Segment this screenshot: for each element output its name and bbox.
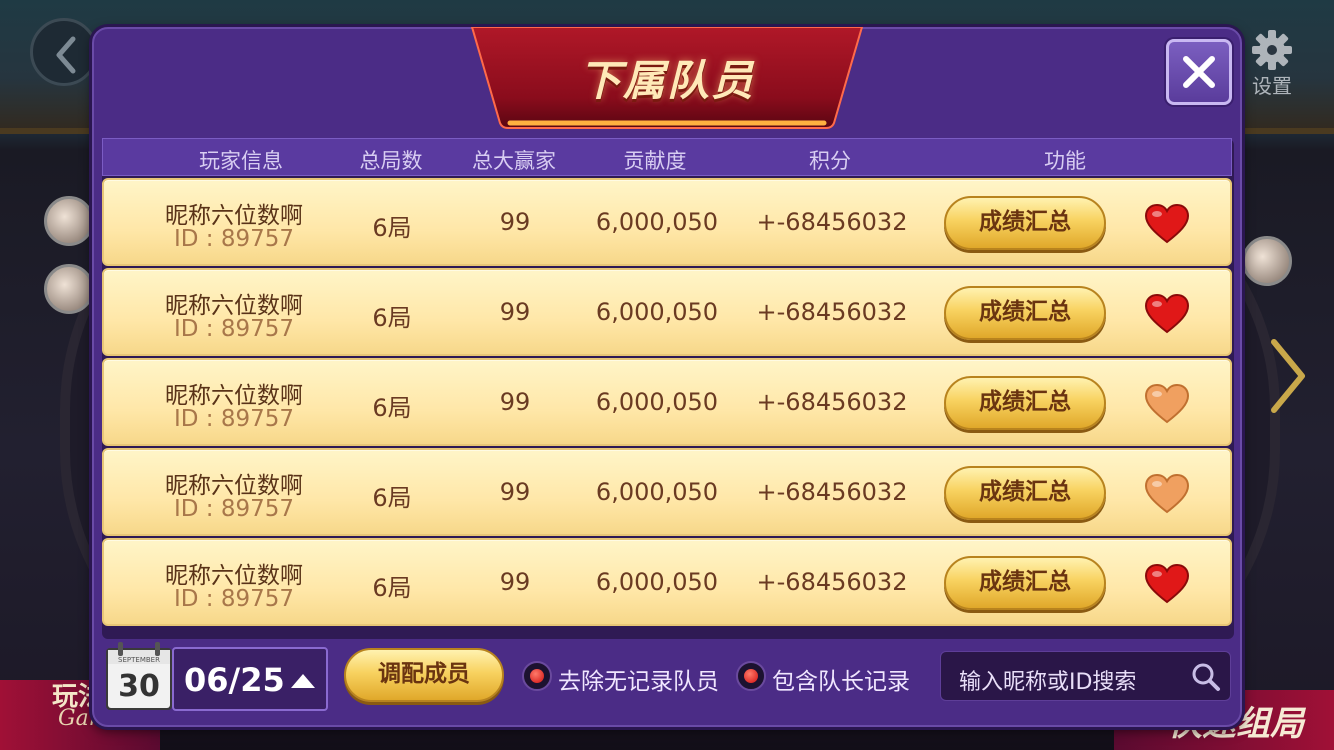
total-games: 6局 xyxy=(372,214,412,242)
results-summary-button[interactable]: 成绩汇总 xyxy=(944,286,1106,340)
calendar-day: 30 xyxy=(118,669,160,704)
big-wins: 99 xyxy=(499,298,531,326)
heart-icon[interactable] xyxy=(1144,564,1190,604)
search-field[interactable]: 输入昵称或ID搜索 xyxy=(940,651,1231,701)
date-value: 06/25 xyxy=(184,661,285,699)
table-row: 昵称六位数啊 ID : 89757 6局 99 6,000,050 +-68456032 成… xyxy=(102,538,1232,626)
settings-label: 设置 xyxy=(1252,74,1292,98)
remove-no-record-radio[interactable] xyxy=(522,661,552,691)
heart-icon[interactable] xyxy=(1144,294,1190,334)
total-games: 6局 xyxy=(372,574,412,602)
table-row: 昵称六位数啊 ID : 89757 6局 99 6,000,050 +-68456032 成… xyxy=(102,448,1232,536)
player-name: 昵称六位数啊 xyxy=(165,563,303,589)
results-summary-button[interactable]: 成绩汇总 xyxy=(944,556,1106,610)
heart-icon[interactable] xyxy=(1144,474,1190,514)
search-placeholder: 输入昵称或ID搜索 xyxy=(959,670,1137,695)
contribution: 6,000,050 xyxy=(595,478,719,506)
player-id: ID : 89757 xyxy=(173,226,295,252)
big-wins: 99 xyxy=(499,208,531,236)
date-selector[interactable]: 06/25 xyxy=(172,647,328,711)
player-id: ID : 89757 xyxy=(173,316,295,342)
column-header-score: 积分 xyxy=(809,149,851,173)
remove-no-record-label[interactable]: 去除无记录队员 xyxy=(558,662,719,696)
total-games: 6局 xyxy=(372,484,412,512)
contribution: 6,000,050 xyxy=(595,388,719,416)
player-id: ID : 89757 xyxy=(173,586,295,612)
settings-button[interactable]: 设置 xyxy=(1244,28,1300,100)
score: +-68456032 xyxy=(756,568,908,596)
column-header-contribution: 贡献度 xyxy=(623,149,687,173)
background-avatar xyxy=(44,196,94,246)
player-name: 昵称六位数啊 xyxy=(165,293,303,319)
total-games: 6局 xyxy=(372,304,412,332)
total-games: 6局 xyxy=(372,394,412,422)
chevron-right-icon[interactable] xyxy=(1268,338,1308,414)
results-summary-button[interactable]: 成绩汇总 xyxy=(944,196,1106,250)
contribution: 6,000,050 xyxy=(595,568,719,596)
results-summary-button[interactable]: 成绩汇总 xyxy=(944,466,1106,520)
table-header: 玩家信息 总局数 总大赢家 贡献度 积分 功能 xyxy=(102,138,1232,176)
table-row: 昵称六位数啊 ID : 89757 6局 99 6,000,050 +-68456032 成… xyxy=(102,358,1232,446)
gear-icon xyxy=(1252,30,1292,70)
table-row: 昵称六位数啊 ID : 89757 6局 99 6,000,050 +-68456032 成… xyxy=(102,178,1232,266)
background-avatar xyxy=(1242,236,1292,286)
assign-members-button[interactable]: 调配成员 xyxy=(344,648,504,702)
include-captain-label[interactable]: 包含队长记录 xyxy=(772,662,910,696)
player-id: ID : 89757 xyxy=(173,496,295,522)
calendar-icon[interactable]: SEPTEMBER 30 xyxy=(104,642,174,712)
background-avatar xyxy=(44,264,94,314)
player-name: 昵称六位数啊 xyxy=(165,383,303,409)
include-captain-radio[interactable] xyxy=(736,661,766,691)
score: +-68456032 xyxy=(756,478,908,506)
calendar-month: SEPTEMBER xyxy=(118,656,160,664)
column-header-total-games: 总局数 xyxy=(359,149,423,173)
score: +-68456032 xyxy=(756,208,908,236)
big-wins: 99 xyxy=(499,478,531,506)
back-button[interactable] xyxy=(30,18,98,86)
score: +-68456032 xyxy=(756,388,908,416)
dialog-title: 下属队员 xyxy=(578,56,755,105)
search-icon[interactable] xyxy=(1191,662,1221,692)
contribution: 6,000,050 xyxy=(595,208,719,236)
player-name: 昵称六位数啊 xyxy=(165,473,303,499)
column-header-player-info: 玩家信息 xyxy=(199,149,283,173)
close-icon xyxy=(1183,56,1215,88)
heart-icon[interactable] xyxy=(1144,204,1190,244)
player-id: ID : 89757 xyxy=(173,406,295,432)
column-header-function: 功能 xyxy=(1044,149,1086,173)
heart-icon[interactable] xyxy=(1144,384,1190,424)
table-row: 昵称六位数啊 ID : 89757 6局 99 6,000,050 +-68456032 成… xyxy=(102,268,1232,356)
results-summary-button[interactable]: 成绩汇总 xyxy=(944,376,1106,430)
big-wins: 99 xyxy=(499,388,531,416)
dialog-title-plate: 下属队员 xyxy=(470,27,864,129)
score: +-68456032 xyxy=(756,298,908,326)
triangle-up-icon xyxy=(291,674,315,688)
close-button[interactable] xyxy=(1166,39,1232,105)
big-wins: 99 xyxy=(499,568,531,596)
contribution: 6,000,050 xyxy=(595,298,719,326)
chevron-left-icon xyxy=(56,36,76,74)
player-name: 昵称六位数啊 xyxy=(165,203,303,229)
column-header-big-wins: 总大赢家 xyxy=(472,149,556,173)
